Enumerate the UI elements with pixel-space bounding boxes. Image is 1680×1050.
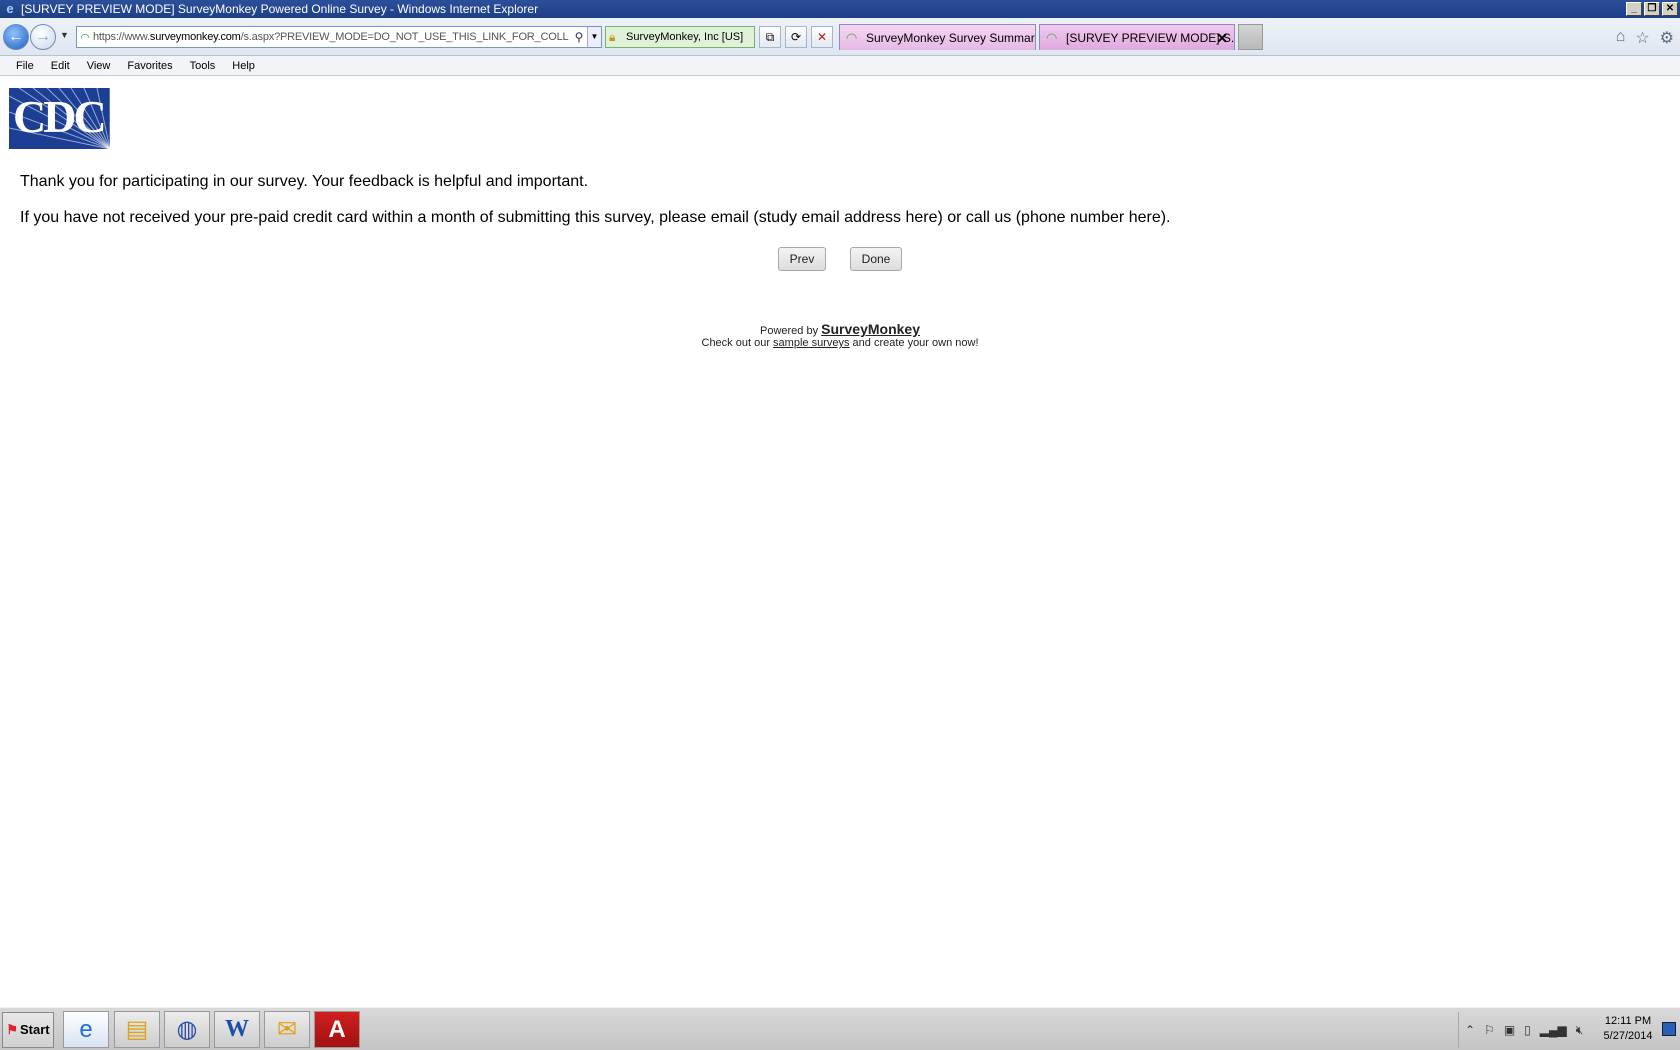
security-badge[interactable]: 🔒︎ SurveyMonkey, Inc [US] [605,26,755,48]
url-path: /s.aspx?PREVIEW_MODE=DO_NOT_USE_THIS_LIN… [240,31,569,43]
show-desktop-button[interactable] [1662,1022,1676,1036]
lock-icon: 🔒︎ [609,30,616,44]
taskbar-clock[interactable]: 12:11 PM 5/27/2014 [1598,1014,1658,1044]
action-center-flag-icon[interactable]: ⚐ [1484,1023,1495,1037]
minimize-button[interactable]: _ [1626,2,1642,16]
volume-muted-icon[interactable]: 🔇︎ [1576,1023,1584,1038]
home-icon[interactable]: ⌂ [1616,28,1626,48]
show-hidden-icons-icon[interactable]: ⌃ [1465,1023,1475,1037]
done-button[interactable]: Done [850,247,902,271]
thank-you-message: Thank you for participating in our surve… [20,173,589,190]
clock-date: 5/27/2014 [1603,1030,1653,1042]
surveymonkey-favicon-icon: ◠ [1046,30,1058,45]
security-label: SurveyMonkey, Inc [US] [626,31,744,43]
tab-label: SurveyMonkey Survey Summar... [866,31,1036,45]
clock-time: 12:11 PM [1604,1015,1652,1027]
restore-button[interactable]: ❐ [1644,2,1660,16]
start-button[interactable]: ⚑ Start [2,1012,54,1048]
url-host: surveymonkey.com [149,31,241,43]
taskbar-word-icon[interactable]: W [214,1011,260,1048]
menu-bar: File Edit View Favorites Tools Help [0,56,1680,76]
compatibility-view-button[interactable]: ⧉ [759,26,781,48]
menu-edit[interactable]: Edit [51,60,70,72]
powered-by-footer: Powered by SurveyMonkey [600,321,1080,337]
credit-card-notice: If you have not received your pre-paid c… [20,209,1171,226]
surveymonkey-link[interactable]: SurveyMonkey [821,321,920,337]
surveymonkey-favicon-icon: ◠ [846,30,858,45]
refresh-icon: ⟳ [790,30,802,44]
checkout-prefix: Check out our [701,337,770,349]
stop-button[interactable]: ✕ [811,26,833,48]
close-tab-icon[interactable]: ✕ [1216,25,1228,50]
menu-favorites[interactable]: Favorites [127,60,172,72]
window-controls: _ ❐ ✕ [1626,2,1678,16]
navigation-bar: ← → ▼ ◠ https://www.surveymonkey.com/s.a… [0,18,1680,56]
back-button[interactable]: ← [3,24,29,50]
stop-icon: ✕ [816,30,828,44]
windows-flag-icon: ⚑ [6,1022,19,1037]
gear-icon[interactable]: ⚙ [1660,28,1674,48]
url-prefix: https://www. [93,31,150,43]
prev-button[interactable]: Prev [778,247,826,271]
window-title: [SURVEY PREVIEW MODE] SurveyMonkey Power… [21,2,539,16]
favorites-star-icon[interactable]: ☆ [1635,28,1649,48]
browser-toolbar-icons: ⌂ ☆ ⚙ [1616,28,1674,48]
new-tab-button[interactable] [1238,24,1263,50]
menu-view[interactable]: View [87,60,111,72]
window-titlebar: e [SURVEY PREVIEW MODE] SurveyMonkey Pow… [0,0,1680,18]
tray-device-icon[interactable]: ▯ [1524,1023,1531,1037]
menu-file[interactable]: File [16,60,34,72]
checkout-line: Check out our sample surveys and create … [600,337,1080,349]
menu-tools[interactable]: Tools [190,60,216,72]
taskbar-acrobat-icon[interactable]: A [314,1011,360,1048]
forward-button[interactable]: → [30,24,56,50]
site-favicon-icon: ◠ [80,31,90,44]
taskbar-globe-icon[interactable]: ◍ [164,1011,210,1048]
taskbar: ⚑ Start e ▤ ◍ W ✉ A ⌃ ⚐ ▣ ▯ ▂▄▆ 🔇︎ 12:11 … [0,1007,1680,1050]
sample-surveys-link[interactable]: sample surveys [773,337,849,349]
taskbar-outlook-icon[interactable]: ✉ [264,1011,310,1048]
address-url[interactable]: https://www.surveymonkey.com/s.aspx?PREV… [93,31,571,43]
screen: e [SURVEY PREVIEW MODE] SurveyMonkey Pow… [0,0,1680,1050]
address-dropdown-icon[interactable]: ▼ [587,27,601,47]
ie-icon: e [6,1,14,16]
taskbar-ie-icon[interactable]: e [63,1011,109,1048]
taskbar-explorer-icon[interactable]: ▤ [114,1011,160,1048]
address-bar[interactable]: ◠ https://www.surveymonkey.com/s.aspx?PR… [76,26,602,48]
tray-app-icon[interactable]: ▣ [1504,1023,1515,1037]
compatibility-icon: ⧉ [765,30,775,44]
close-window-button[interactable]: ✕ [1662,2,1678,16]
network-signal-icon[interactable]: ▂▄▆ [1540,1023,1567,1037]
cdc-logo: CDC [9,88,110,149]
page-content: CDC Thank you for participating in our s… [0,77,1680,1007]
checkout-suffix: and create your own now! [852,337,979,349]
menu-help[interactable]: Help [232,60,255,72]
recent-pages-dropdown-icon[interactable]: ▼ [60,30,69,40]
powered-by-text: Powered by [760,325,819,337]
logo-text: CDC [13,91,107,142]
tab-survey-preview[interactable]: ◠ [SURVEY PREVIEW MODE] S... ✕ [1039,24,1235,50]
refresh-button[interactable]: ⟳ [785,26,807,48]
start-label: Start [20,1022,50,1037]
search-icon[interactable]: ⚲ [571,30,587,44]
tab-label: [SURVEY PREVIEW MODE] S... [1066,31,1235,45]
tab-survey-summary[interactable]: ◠ SurveyMonkey Survey Summar... [839,24,1036,50]
